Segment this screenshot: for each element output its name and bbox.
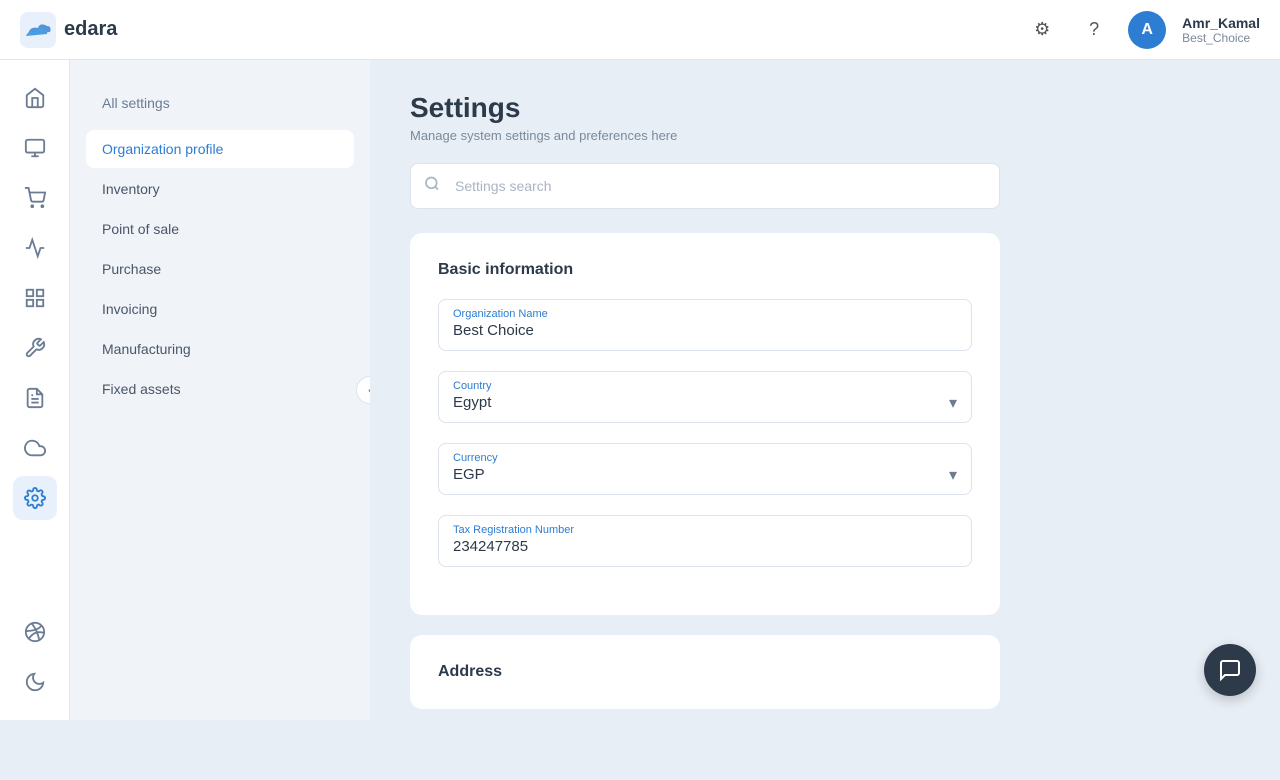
logo-text: edara: [64, 18, 117, 41]
address-card: Address: [410, 635, 1000, 709]
org-name-field-group: Organization Name: [438, 299, 972, 351]
main-content: Settings Manage system settings and pref…: [370, 60, 1280, 720]
basic-info-title: Basic information: [438, 261, 972, 279]
settings-nav-panel: All settings Organization profile Invent…: [70, 60, 370, 720]
nav-item-invoicing[interactable]: Invoicing: [86, 290, 354, 328]
chat-button[interactable]: [1204, 644, 1256, 696]
tax-reg-input[interactable]: [453, 538, 957, 555]
tax-reg-label: Tax Registration Number: [453, 524, 957, 536]
search-icon: [424, 176, 440, 197]
currency-select-wrap: EGP USD EUR SAR AED ▾: [453, 466, 957, 484]
currency-field: Currency EGP USD EUR SAR AED ▾: [438, 443, 972, 495]
sidebar-item-settings[interactable]: [13, 476, 57, 520]
nav-item-pos[interactable]: Point of sale: [86, 210, 354, 248]
address-title: Address: [438, 663, 972, 681]
country-field: Country Egypt Saudi Arabia UAE Jordan Ku…: [438, 371, 972, 423]
basic-info-card: Basic information Organization Name Coun…: [410, 233, 1000, 615]
sidebar-item-night[interactable]: [13, 660, 57, 704]
collapse-nav-button[interactable]: ‹: [356, 376, 370, 404]
search-input[interactable]: [410, 163, 1000, 209]
country-label: Country: [453, 380, 957, 392]
user-name: Amr_Kamal: [1182, 15, 1260, 31]
tax-reg-field-group: Tax Registration Number: [438, 515, 972, 567]
navbar-right: ⚙ ? A Amr_Kamal Best_Choice: [1024, 11, 1260, 49]
country-select[interactable]: Egypt Saudi Arabia UAE Jordan Kuwait: [453, 394, 957, 411]
page-title: Settings: [410, 92, 1240, 124]
sidebar-item-shop[interactable]: [13, 176, 57, 220]
logo-icon: [20, 12, 56, 48]
sidebar-item-analytics[interactable]: [13, 226, 57, 270]
user-org: Best_Choice: [1182, 31, 1260, 45]
nav-item-purchase[interactable]: Purchase: [86, 250, 354, 288]
navbar: edara ⚙ ? A Amr_Kamal Best_Choice: [0, 0, 1280, 60]
settings-search-bar: [410, 163, 1000, 209]
org-name-label: Organization Name: [453, 308, 957, 320]
sidebar-item-home[interactable]: [13, 76, 57, 120]
nav-item-inventory[interactable]: Inventory: [86, 170, 354, 208]
sidebar-item-grid[interactable]: [13, 276, 57, 320]
nav-item-org-profile[interactable]: Organization profile: [86, 130, 354, 168]
nav-item-all-settings[interactable]: All settings: [86, 84, 354, 122]
user-info: Amr_Kamal Best_Choice: [1182, 15, 1260, 45]
org-name-field: Organization Name: [438, 299, 972, 351]
sidebar-item-tools[interactable]: [13, 326, 57, 370]
tax-reg-field: Tax Registration Number: [438, 515, 972, 567]
sidebar-item-pos[interactable]: [13, 126, 57, 170]
country-field-group: Country Egypt Saudi Arabia UAE Jordan Ku…: [438, 371, 972, 423]
sidebar: [0, 60, 70, 720]
org-name-input[interactable]: [453, 322, 957, 339]
sidebar-item-theme[interactable]: [13, 610, 57, 654]
nav-item-fixed-assets[interactable]: Fixed assets: [86, 370, 354, 408]
settings-icon-button[interactable]: ⚙: [1024, 12, 1060, 48]
currency-field-group: Currency EGP USD EUR SAR AED ▾: [438, 443, 972, 495]
country-select-wrap: Egypt Saudi Arabia UAE Jordan Kuwait ▾: [453, 394, 957, 412]
sidebar-item-cloud[interactable]: [13, 426, 57, 470]
avatar[interactable]: A: [1128, 11, 1166, 49]
logo: edara: [20, 12, 117, 48]
page-subtitle: Manage system settings and preferences h…: [410, 128, 1240, 143]
currency-select[interactable]: EGP USD EUR SAR AED: [453, 466, 957, 483]
help-icon-button[interactable]: ?: [1076, 12, 1112, 48]
currency-label: Currency: [453, 452, 957, 464]
sidebar-item-reports[interactable]: [13, 376, 57, 420]
nav-item-manufacturing[interactable]: Manufacturing: [86, 330, 354, 368]
